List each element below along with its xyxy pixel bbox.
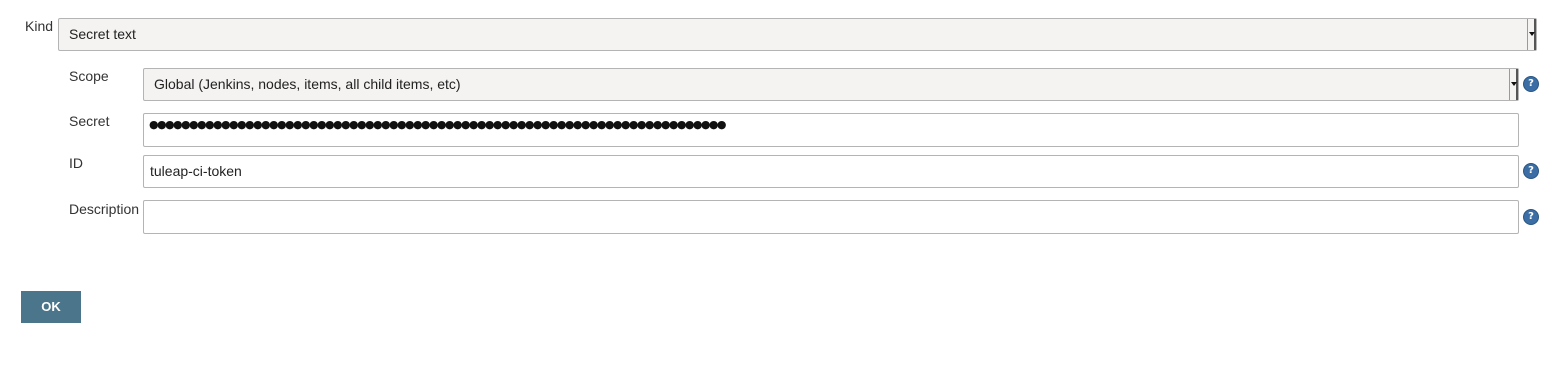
chevron-down-icon[interactable] [1527,19,1536,50]
description-label: Description [69,201,140,217]
secret-masked-value: ●●●●●●●●●●●●●●●●●●●●●●●●●●●●●●●●●●●●●●●●… [149,118,726,131]
kind-select-value: Secret text [69,26,136,42]
ok-button[interactable]: OK [21,291,81,323]
description-help-icon[interactable]: ? [1523,209,1539,225]
description-field[interactable] [143,200,1519,234]
kind-select[interactable]: Secret text [58,18,1537,51]
secret-label: Secret [69,113,110,129]
id-help-icon[interactable]: ? [1523,163,1539,179]
id-label: ID [69,155,83,171]
scope-select-value: Global (Jenkins, nodes, items, all child… [154,76,461,92]
id-field[interactable]: tuleap-ci-token [143,155,1519,188]
scope-label: Scope [69,68,109,84]
id-field-value: tuleap-ci-token [150,163,242,179]
chevron-down-icon[interactable] [1509,69,1518,100]
scope-select[interactable]: Global (Jenkins, nodes, items, all child… [143,68,1519,101]
secret-field[interactable]: ●●●●●●●●●●●●●●●●●●●●●●●●●●●●●●●●●●●●●●●●… [143,113,1519,147]
scope-help-icon[interactable]: ? [1523,76,1539,92]
kind-label: Kind [25,18,54,34]
